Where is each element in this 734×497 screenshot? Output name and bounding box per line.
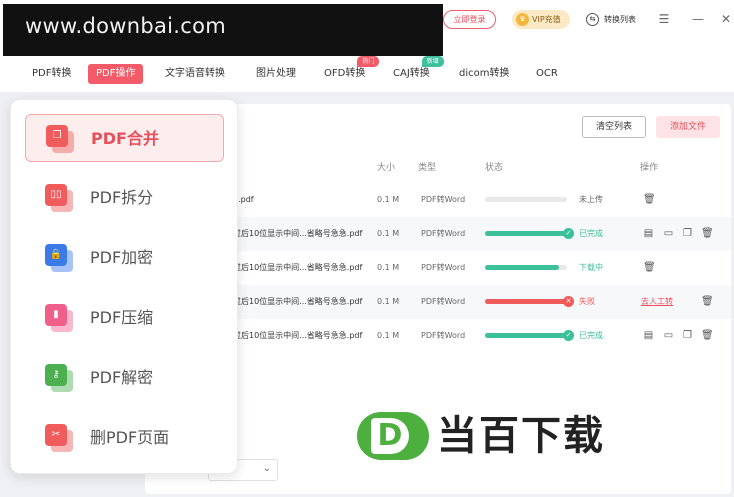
compress-icon: ▮ <box>45 304 75 334</box>
title-bar: www.downbai.com 立即登录 ♛ VIP充值 ⇆ 转换列表 ☰ — … <box>0 0 734 58</box>
chevron-down-icon: ⌄ <box>262 463 271 474</box>
watermark-url-banner: www.downbai.com <box>3 4 443 56</box>
pdf-operations-dropdown: ❐ PDF合并 ▯▯ PDF拆分 🔒 PDF加密 ▮ PDF压缩 ⚷ PDF解密… <box>10 99 238 474</box>
column-header-type: 类型 <box>418 163 437 173</box>
clear-list-button[interactable]: 清空列表 <box>582 116 646 138</box>
scissors-icon: ✂ <box>45 424 75 454</box>
tab-caj-convert[interactable]: CAJ转换 新增 <box>385 56 444 84</box>
menu-item-label: PDF合并 <box>91 129 159 148</box>
menu-item-label: PDF压缩 <box>90 308 154 327</box>
open-folder-icon[interactable]: ▭ <box>663 228 674 240</box>
file-name: 过后10位显示中间...省略号急急.pdf <box>233 263 363 272</box>
file-name: 过后10位显示中间...省略号急急.pdf <box>233 331 363 340</box>
file-size: 0.1 M <box>377 297 400 306</box>
delete-icon[interactable]: 🗑 <box>701 330 714 342</box>
add-file-button[interactable]: 添加文件 <box>656 116 720 138</box>
status-text: 已完成 <box>579 331 603 340</box>
progress-fill <box>485 299 567 304</box>
tab-ofd-convert[interactable]: OFD转换 热门 <box>316 56 380 84</box>
file-size: 0.1 M <box>377 229 400 238</box>
merge-icon: ❐ <box>46 125 76 155</box>
status-text: 失败 <box>579 297 595 306</box>
menu-item-pdf-merge[interactable]: ❐ PDF合并 <box>25 114 224 162</box>
tab-pdf-convert[interactable]: PDF转换 <box>24 64 79 84</box>
close-icon[interactable]: ✕ <box>718 9 734 29</box>
column-header-status: 状态 <box>485 163 504 173</box>
tab-ocr[interactable]: OCR <box>528 64 566 84</box>
status-text: 已完成 <box>579 229 603 238</box>
progress-bar <box>485 299 567 304</box>
tab-ofd-label: OFD转换 <box>324 68 366 79</box>
manual-convert-link[interactable]: 去人工转 <box>641 285 673 319</box>
convert-list-label: 转换列表 <box>604 15 636 24</box>
convert-type: PDF转Word <box>421 263 466 272</box>
menu-item-pdf-split[interactable]: ▯▯ PDF拆分 <box>25 174 224 222</box>
tab-text-speech[interactable]: 文字语音转换 <box>157 64 233 84</box>
menu-item-pdf-decrypt[interactable]: ⚷ PDF解密 <box>25 354 224 402</box>
menu-item-label: 删PDF页面 <box>90 428 170 447</box>
delete-icon[interactable]: 🗑 <box>701 228 714 240</box>
progress-bar <box>485 197 567 202</box>
progress-bar <box>485 231 567 236</box>
main-nav: PDF转换 PDF操作 文字语音转换 图片处理 OFD转换 热门 CAJ转换 新… <box>0 56 734 92</box>
menu-item-label: PDF解密 <box>90 368 154 387</box>
open-file-icon[interactable]: ▤ <box>643 228 654 240</box>
login-button[interactable]: 立即登录 <box>443 10 496 29</box>
file-name: 过后10位显示中间...省略号急急.pdf <box>233 297 363 306</box>
convert-type: PDF转Word <box>421 195 466 204</box>
delete-icon[interactable]: 🗑 <box>701 296 714 308</box>
file-size: 0.1 M <box>377 195 400 204</box>
convert-type: PDF转Word <box>421 331 466 340</box>
progress-bar <box>485 333 567 338</box>
menu-item-label: PDF拆分 <box>90 188 154 207</box>
menu-item-label: PDF加密 <box>90 248 154 267</box>
crown-icon: ♛ <box>516 13 529 26</box>
tab-caj-label: CAJ转换 <box>393 68 430 79</box>
file-name: 过后10位显示中间...省略号急急.pdf <box>233 229 363 238</box>
open-file-icon[interactable]: ▤ <box>643 330 654 342</box>
new-badge: 新增 <box>421 56 444 67</box>
progress-fill <box>485 333 567 338</box>
delete-icon[interactable]: 🗑 <box>643 194 656 206</box>
convert-list-icon: ⇆ <box>586 13 599 26</box>
progress-bar <box>485 265 567 270</box>
check-icon: ✓ <box>563 228 574 239</box>
menu-icon[interactable]: ☰ <box>656 9 672 29</box>
menu-item-delete-pages[interactable]: ✂ 删PDF页面 <box>25 414 224 462</box>
progress-fill <box>485 231 567 236</box>
logo-letter: D <box>371 418 409 454</box>
convert-list-button[interactable]: ⇆ 转换列表 <box>586 10 636 29</box>
error-icon: ✕ <box>563 296 574 307</box>
key-icon: ⚷ <box>45 364 75 394</box>
status-text: 未上传 <box>579 195 603 204</box>
delete-icon[interactable]: 🗑 <box>643 262 656 274</box>
column-header-ops: 操作 <box>640 163 659 173</box>
check-icon: ✓ <box>563 330 574 341</box>
lock-icon: 🔒 <box>45 244 75 274</box>
hot-badge: 热门 <box>357 56 380 67</box>
vip-recharge-button[interactable]: ♛ VIP充值 <box>512 10 570 29</box>
vip-recharge-label: VIP充值 <box>532 15 561 24</box>
site-logo: D 当百下载 <box>357 410 657 462</box>
logo-mark: D <box>357 412 429 460</box>
file-size: 0.1 M <box>377 263 400 272</box>
convert-type: PDF转Word <box>421 229 466 238</box>
status-text: 下载中 <box>579 263 603 272</box>
progress-fill <box>485 265 559 270</box>
tab-dicom-convert[interactable]: dicom转换 <box>451 64 517 84</box>
tab-image[interactable]: 图片处理 <box>248 64 304 84</box>
tab-pdf-operations[interactable]: PDF操作 <box>88 64 144 84</box>
copy-icon[interactable]: ❐ <box>682 228 693 240</box>
open-folder-icon[interactable]: ▭ <box>663 330 674 342</box>
logo-text: 当百下载 <box>437 413 605 459</box>
copy-icon[interactable]: ❐ <box>682 330 693 342</box>
minimize-icon[interactable]: — <box>690 9 706 29</box>
split-icon: ▯▯ <box>45 184 75 214</box>
column-header-size: 大小 <box>377 163 396 173</box>
menu-item-pdf-encrypt[interactable]: 🔒 PDF加密 <box>25 234 224 282</box>
convert-type: PDF转Word <box>421 297 466 306</box>
file-size: 0.1 M <box>377 331 400 340</box>
menu-item-pdf-compress[interactable]: ▮ PDF压缩 <box>25 294 224 342</box>
